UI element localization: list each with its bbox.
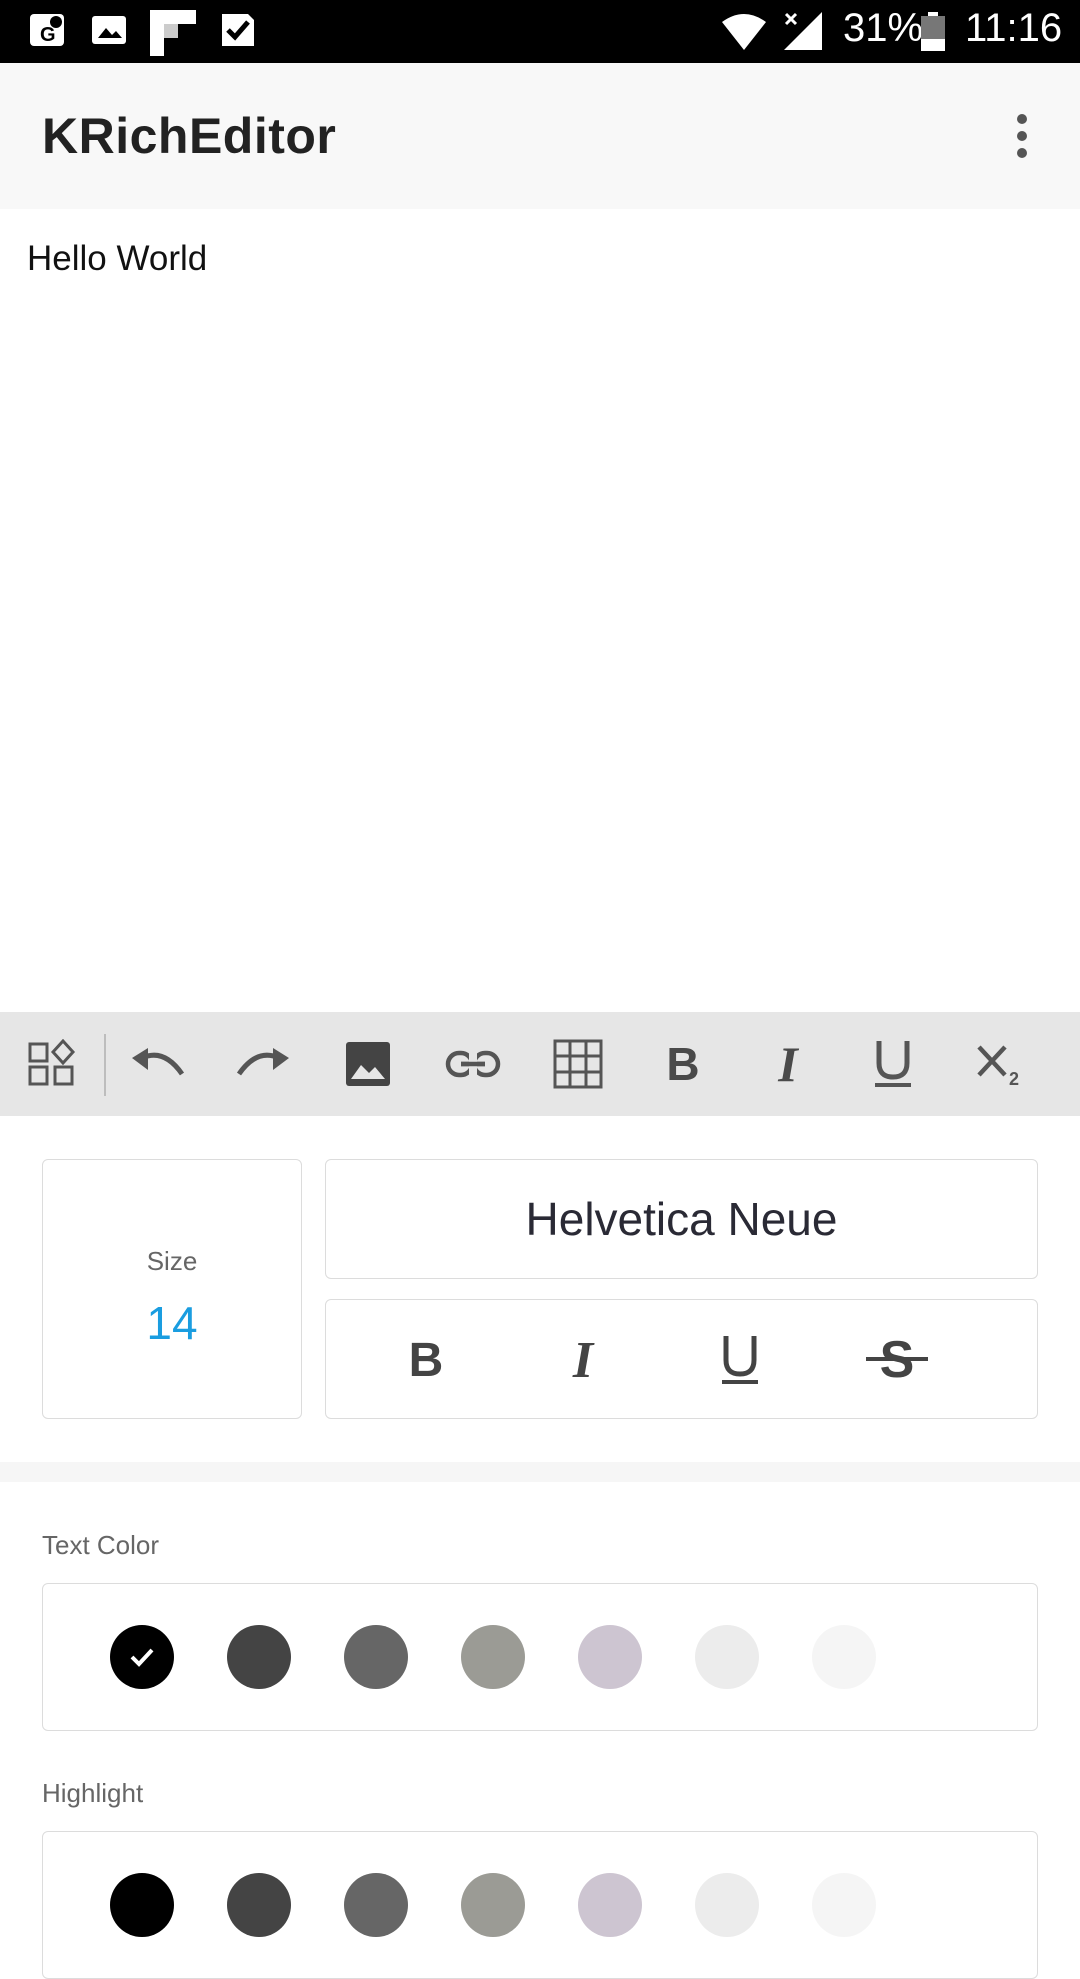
table-icon[interactable] xyxy=(540,1026,616,1102)
highlight-color-swatch[interactable] xyxy=(227,1873,291,1937)
subscript-icon[interactable]: 2 xyxy=(962,1026,1038,1102)
highlight-color-swatch[interactable] xyxy=(812,1873,876,1937)
italic-icon[interactable]: I xyxy=(750,1026,826,1102)
signal-icon xyxy=(784,12,822,50)
format-panel: Size 14 Helvetica Neue B I S Text Color … xyxy=(0,1116,1080,1979)
highlight-color-swatch[interactable] xyxy=(344,1873,408,1937)
section-divider xyxy=(0,1462,1080,1482)
text-color-swatch[interactable] xyxy=(578,1625,642,1689)
text-color-label: Text Color xyxy=(42,1530,160,1560)
text-color-swatch[interactable] xyxy=(695,1625,759,1689)
rich-text-editor[interactable]: Hello World xyxy=(0,209,1080,1012)
app-title: KRichEditor xyxy=(42,108,337,164)
check-icon xyxy=(130,1648,154,1667)
text-color-swatch[interactable] xyxy=(110,1625,174,1689)
text-color-swatch[interactable] xyxy=(461,1625,525,1689)
italic-icon[interactable]: I xyxy=(543,1320,623,1400)
highlight-color-swatch[interactable] xyxy=(461,1873,525,1937)
app-bar: KRichEditor xyxy=(0,63,1080,209)
text-color-swatch[interactable] xyxy=(344,1625,408,1689)
strikethrough-icon[interactable]: S xyxy=(857,1320,937,1400)
font-family-selector[interactable]: Helvetica Neue xyxy=(325,1159,1038,1279)
highlight-palette xyxy=(42,1831,1038,1979)
maps-notification-icon: G xyxy=(30,14,64,46)
underline-icon[interactable] xyxy=(700,1320,780,1400)
text-color-swatch[interactable] xyxy=(227,1625,291,1689)
format-toolbar: B I 2 xyxy=(0,1012,1080,1116)
svg-text:2: 2 xyxy=(1009,1069,1019,1087)
battery-icon xyxy=(921,12,945,51)
battery-percent: 31% xyxy=(843,6,924,50)
font-size-selector[interactable]: Size 14 xyxy=(42,1159,302,1419)
wifi-icon xyxy=(722,14,766,50)
flipboard-notification-icon xyxy=(150,10,196,56)
gallery-notification-icon xyxy=(92,16,126,44)
widgets-icon[interactable] xyxy=(14,1026,90,1102)
size-value: 14 xyxy=(146,1297,198,1349)
highlight-color-swatch[interactable] xyxy=(110,1873,174,1937)
highlight-color-swatch[interactable] xyxy=(695,1873,759,1937)
highlight-label: Highlight xyxy=(42,1778,144,1808)
redo-icon[interactable] xyxy=(225,1026,301,1102)
size-label: Size xyxy=(146,1246,198,1276)
more-vert-icon[interactable] xyxy=(1000,111,1044,161)
editor-content[interactable]: Hello World xyxy=(27,239,207,279)
text-style-group: B I S xyxy=(325,1299,1038,1419)
undo-icon[interactable] xyxy=(120,1026,196,1102)
clock: 11:16 xyxy=(965,6,1063,50)
highlight-color-swatch[interactable] xyxy=(578,1873,642,1937)
text-color-swatch[interactable] xyxy=(812,1625,876,1689)
link-icon[interactable] xyxy=(435,1026,511,1102)
tasks-notification-icon xyxy=(222,14,254,46)
toolbar-divider xyxy=(104,1034,106,1096)
bold-icon[interactable]: B xyxy=(386,1320,466,1400)
text-color-palette xyxy=(42,1583,1038,1731)
bold-icon[interactable]: B xyxy=(645,1026,721,1102)
image-icon[interactable] xyxy=(330,1026,406,1102)
status-bar: G 31% 11:16 xyxy=(0,0,1080,63)
underline-icon[interactable] xyxy=(855,1026,931,1102)
